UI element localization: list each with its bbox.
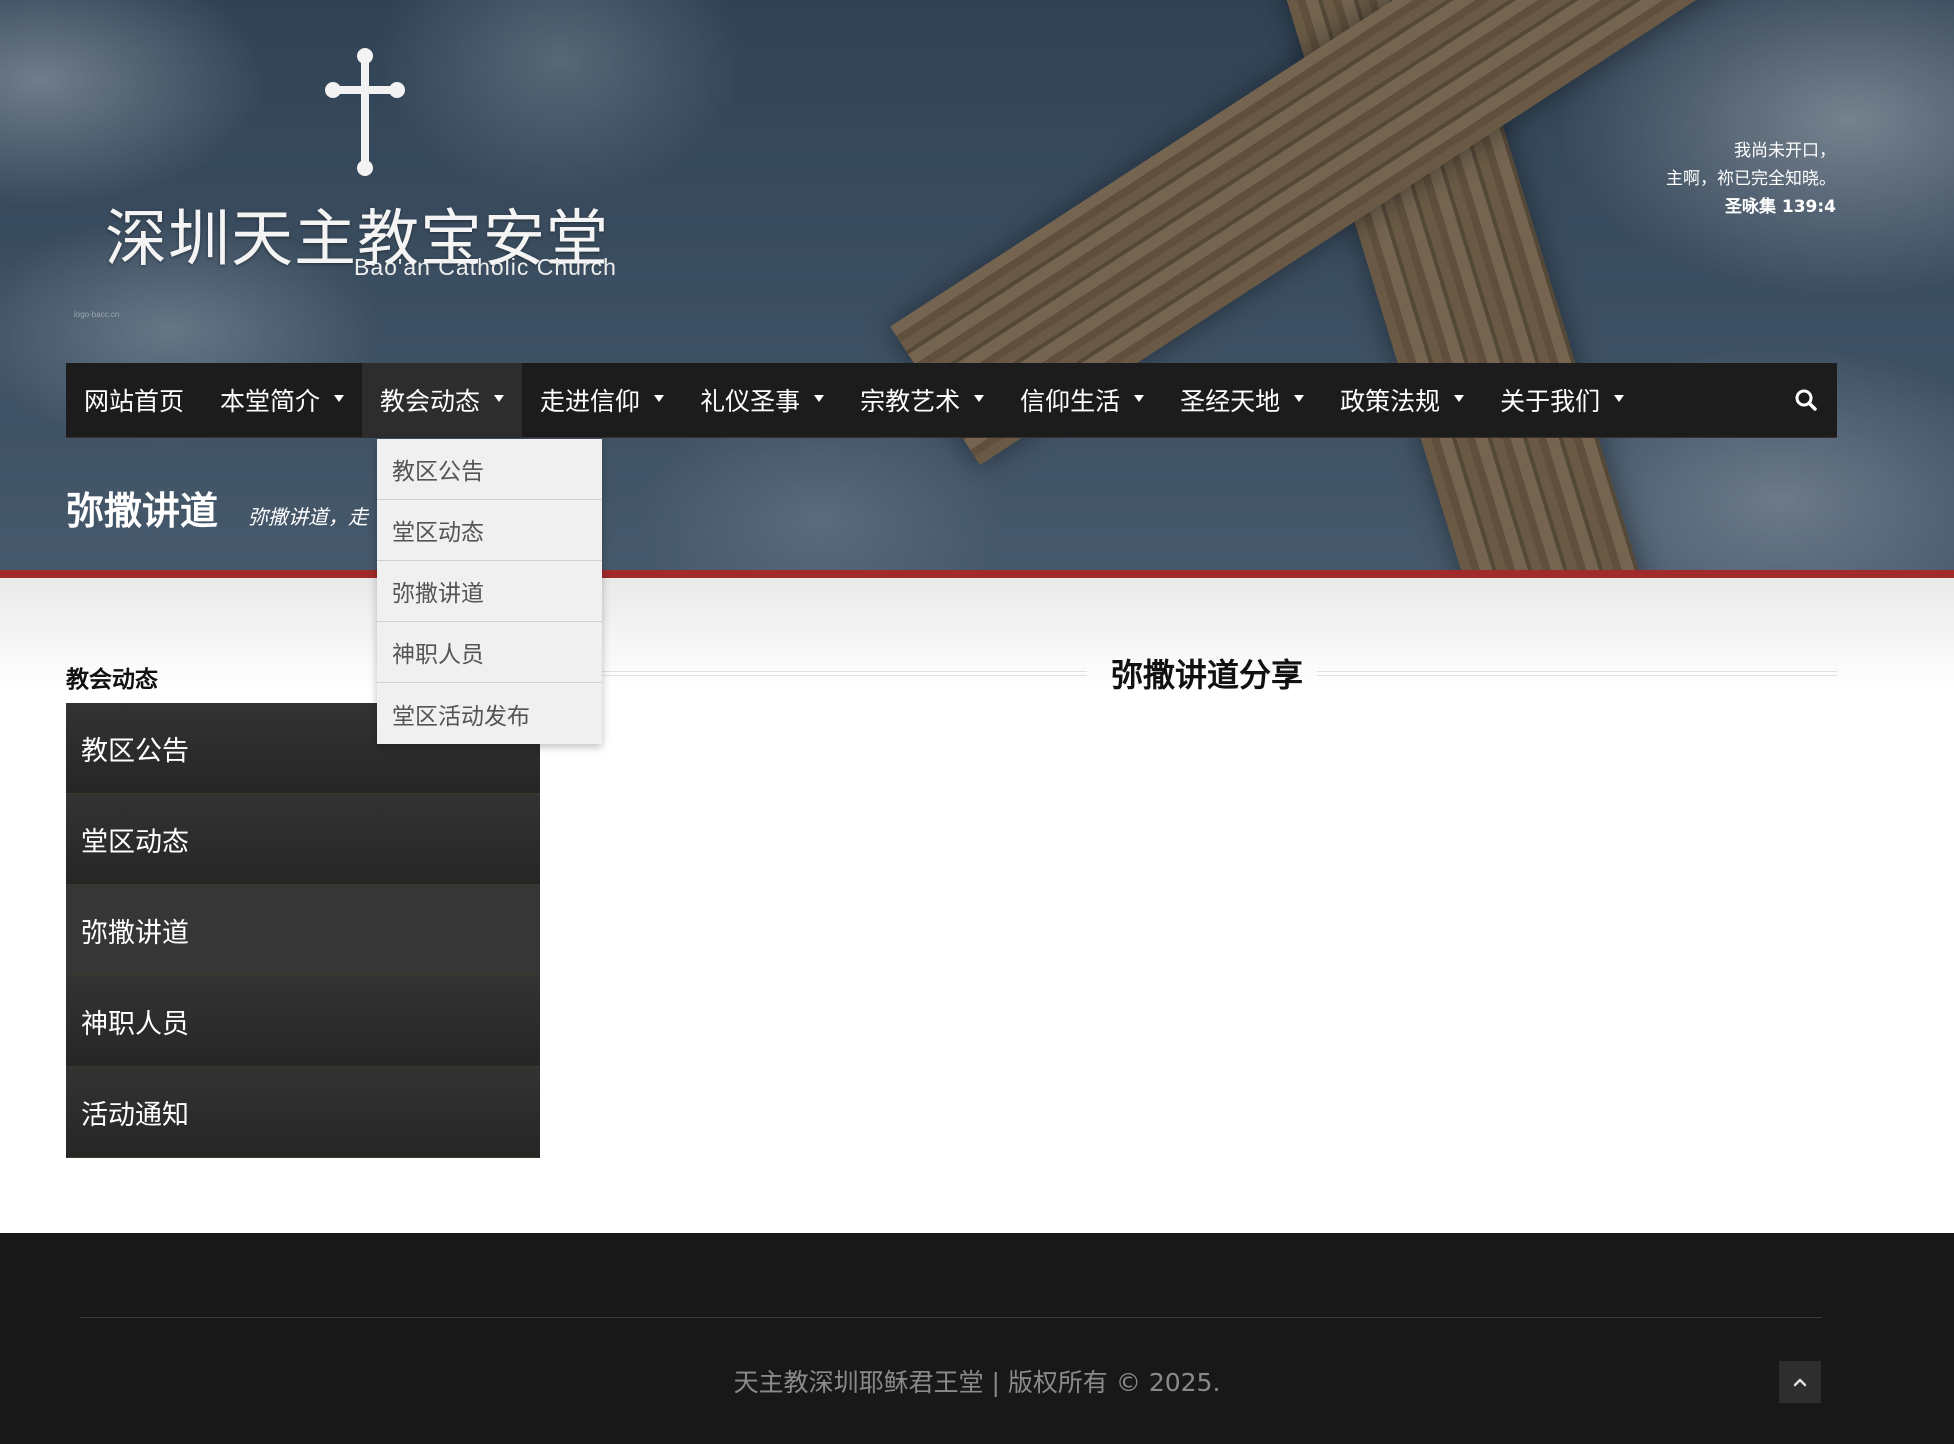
- search-icon[interactable]: [1791, 385, 1821, 415]
- caret-down-icon: [334, 394, 345, 402]
- back-to-top-button[interactable]: [1779, 1361, 1821, 1403]
- scripture-quote: 我尚未开口， 主啊，祢已完全知晓。 圣咏集 139:4: [1666, 137, 1836, 221]
- nav-label: 信仰生活: [1020, 387, 1121, 416]
- nav-item-sacraments[interactable]: 礼仪圣事: [682, 363, 842, 438]
- nav-item-about-church[interactable]: 本堂简介: [202, 363, 362, 438]
- sidebar-item-event-notices[interactable]: 活动通知: [66, 1067, 540, 1158]
- logo-tiny-text: logo-bacc.cn: [74, 310, 120, 319]
- sidebar-item-homilies[interactable]: 弥撒讲道: [66, 885, 540, 976]
- caret-down-icon: [1614, 394, 1625, 402]
- nav-label: 走进信仰: [540, 387, 641, 416]
- nav-label: 礼仪圣事: [700, 387, 801, 416]
- nav-item-policy[interactable]: 政策法规: [1322, 363, 1482, 438]
- heading-rule-left: [602, 671, 1087, 676]
- nav-item-about-us[interactable]: 关于我们: [1482, 363, 1642, 438]
- logo-subtitle: Bao'an Catholic Church: [354, 254, 617, 280]
- caret-down-icon: [814, 394, 825, 402]
- caret-down-icon: [1454, 394, 1465, 402]
- sidebar-item-clergy[interactable]: 神职人员: [66, 976, 540, 1067]
- dropdown-item-homilies[interactable]: 弥撒讲道: [377, 561, 602, 622]
- quote-line: 主啊，祢已完全知晓。: [1666, 169, 1836, 189]
- nav-label: 网站首页: [84, 387, 185, 416]
- nav-label: 圣经天地: [1180, 387, 1281, 416]
- chevron-up-icon: [1793, 1378, 1807, 1387]
- nav-label: 关于我们: [1500, 387, 1601, 416]
- quote-line: 我尚未开口，: [1734, 141, 1836, 161]
- nav-label: 宗教艺术: [860, 387, 961, 416]
- sidebar-menu: 教区公告 堂区动态 弥撒讲道 神职人员 活动通知: [66, 703, 540, 1158]
- nav-label: 教会动态: [380, 387, 481, 416]
- section-title: 弥撒讲道分享: [1110, 656, 1303, 694]
- sidebar-item-parish-news[interactable]: 堂区动态: [66, 794, 540, 885]
- sidebar-title: 教会动态: [66, 667, 158, 693]
- footer-divider: [80, 1317, 1822, 1318]
- main-nav: 网站首页 本堂简介 教会动态 走进信仰 礼仪圣事 宗教艺术 信仰生活 圣经天地 …: [66, 362, 1837, 438]
- caret-down-icon: [494, 394, 505, 402]
- dropdown-item-diocese-notices[interactable]: 教区公告: [377, 439, 602, 500]
- caret-down-icon: [1294, 394, 1305, 402]
- heading-rule-right: [1317, 671, 1837, 676]
- sidebar-item-label: 教区公告: [81, 735, 189, 767]
- copyright-text: 天主教深圳耶稣君王堂 | 版权所有 © 2025.: [733, 1368, 1221, 1397]
- nav-item-faith[interactable]: 走进信仰: [522, 363, 682, 438]
- nav-item-church-news[interactable]: 教会动态: [362, 362, 523, 438]
- quote-reference: 圣咏集 139:4: [1724, 197, 1836, 217]
- caret-down-icon: [974, 394, 985, 402]
- caret-down-icon: [654, 394, 665, 402]
- nav-item-faith-life[interactable]: 信仰生活: [1002, 363, 1162, 438]
- page-title: 弥撒讲道: [66, 489, 219, 533]
- footer: 天主教深圳耶稣君王堂 | 版权所有 © 2025.: [0, 1233, 1954, 1444]
- page-heading: 弥撒讲道 弥撒讲道，走: [66, 480, 368, 535]
- sidebar-item-label: 神职人员: [81, 1008, 189, 1040]
- page-description: 弥撒讲道，走: [248, 505, 369, 529]
- nav-dropdown-church-news: 教区公告 堂区动态 弥撒讲道 神职人员 堂区活动发布: [377, 439, 602, 744]
- nav-label: 本堂简介: [220, 387, 321, 416]
- nav-item-home[interactable]: 网站首页: [66, 363, 202, 438]
- accent-divider: [0, 570, 1954, 578]
- caret-down-icon: [1134, 394, 1145, 402]
- dropdown-item-parish-events[interactable]: 堂区活动发布: [377, 683, 602, 744]
- dropdown-item-parish-news[interactable]: 堂区动态: [377, 500, 602, 561]
- section-heading: 弥撒讲道分享: [602, 650, 1837, 696]
- site-logo[interactable]: 深圳天主教宝安堂 Bao'an Catholic Church logo-bac…: [74, 48, 640, 319]
- nav-item-religious-art[interactable]: 宗教艺术: [842, 363, 1002, 438]
- cross-icon: [325, 48, 405, 176]
- sidebar-item-label: 活动通知: [81, 1099, 189, 1131]
- nav-label: 政策法规: [1340, 387, 1441, 416]
- sidebar-item-label: 弥撒讲道: [81, 917, 189, 949]
- nav-item-bible[interactable]: 圣经天地: [1162, 363, 1322, 438]
- dropdown-item-clergy[interactable]: 神职人员: [377, 622, 602, 683]
- sidebar-item-label: 堂区动态: [81, 826, 189, 858]
